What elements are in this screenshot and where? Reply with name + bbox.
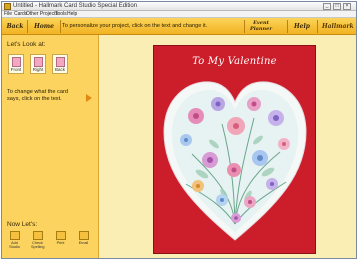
print-button[interactable]: Print	[54, 231, 67, 250]
menu-tools[interactable]: Tools	[55, 11, 67, 18]
check-spelling-label: Check Spelling	[31, 241, 45, 249]
card-title[interactable]: To My Valentine	[154, 56, 315, 67]
envelope-icon	[78, 231, 89, 240]
hallmark-logo: Hallmark	[322, 23, 354, 30]
page-icon	[12, 57, 21, 67]
email-label: Email	[78, 241, 89, 245]
card-front[interactable]: To My Valentine	[153, 45, 316, 254]
view-front-label: Front	[10, 67, 22, 72]
printer-icon	[55, 231, 66, 240]
home-button[interactable]: Home	[29, 18, 59, 35]
minimize-button[interactable]: _	[323, 3, 331, 10]
toolbar-help-text: To personalize your project, click on th…	[62, 23, 208, 29]
menu-help[interactable]: Help	[67, 11, 77, 18]
add-studio-label: Add Studio	[9, 241, 20, 249]
close-button[interactable]: ×	[343, 3, 351, 10]
toolbar: Back Home To personalize your project, c…	[2, 18, 356, 35]
view-back-label: Back	[54, 67, 65, 72]
toolbar-divider	[287, 20, 288, 33]
menu-other-projects[interactable]: Other Projects	[26, 11, 58, 18]
app-window: Untitled - Hallmark Card Studio Special …	[1, 1, 357, 259]
toolbar-divider	[60, 20, 61, 33]
help-button[interactable]: Help	[290, 18, 314, 35]
card-workspace: To My Valentine	[99, 35, 356, 258]
check-spelling-button[interactable]: Check Spelling	[31, 231, 45, 250]
print-label: Print	[56, 241, 65, 245]
look-heading: Let's Look at:	[7, 41, 46, 48]
maximize-button[interactable]: □	[333, 3, 341, 10]
studio-icon	[9, 231, 20, 240]
floral-heart-image	[163, 81, 307, 241]
left-panel: Let's Look at: Front Right Back To chang…	[2, 35, 99, 258]
menu-file[interactable]: File	[4, 11, 12, 18]
spelling-icon	[32, 231, 43, 240]
view-right-label: Right	[32, 67, 44, 72]
menu-bar: File Cards Other Projects Tools Help	[2, 11, 356, 18]
back-button[interactable]: Back	[4, 18, 26, 35]
toolbar-divider	[317, 20, 318, 33]
toolbar-divider	[244, 20, 245, 33]
email-button[interactable]: Email	[77, 231, 90, 250]
add-studio-button[interactable]: Add Studio	[8, 231, 21, 250]
view-front-button[interactable]: Front	[8, 54, 24, 74]
view-back-button[interactable]: Back	[52, 54, 68, 74]
edit-hint: To change what the card says, click on t…	[7, 89, 68, 102]
page-icon	[34, 57, 43, 67]
event-planner-button[interactable]: Event Planner	[246, 20, 276, 32]
window-title: Untitled - Hallmark Card Studio Special …	[13, 3, 138, 9]
title-bar[interactable]: Untitled - Hallmark Card Studio Special …	[2, 2, 356, 11]
page-icon	[56, 57, 65, 67]
now-heading: Now Let's:	[7, 221, 38, 228]
view-right-button[interactable]: Right	[30, 54, 46, 74]
app-icon	[4, 3, 11, 10]
toolbar-divider	[27, 20, 28, 33]
arrow-right-icon	[86, 94, 92, 102]
